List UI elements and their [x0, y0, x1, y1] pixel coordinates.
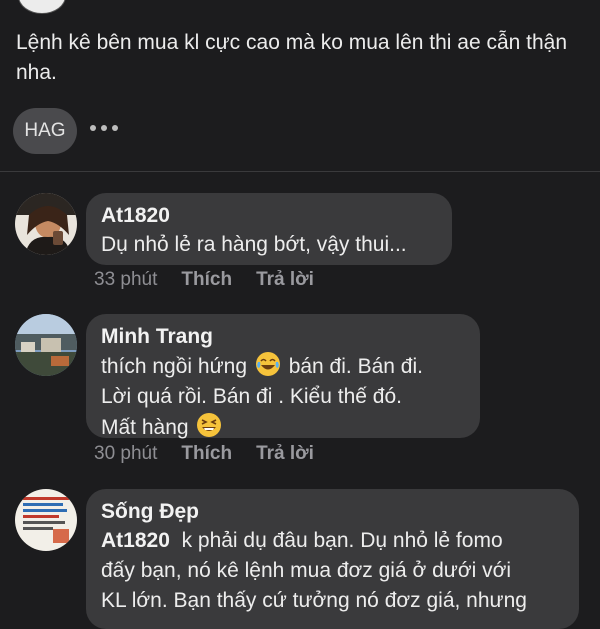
avatar-at1820[interactable]: [15, 193, 77, 255]
more-dot: [112, 125, 118, 131]
comment-meta: 33 phút Thích Trả lời: [94, 268, 314, 292]
comment-line: Mất hàng: [101, 416, 189, 439]
post-text: Lệnh kê bên mua kl cực cao mà ko mua lên…: [16, 31, 568, 84]
comment-bubble[interactable]: Minh Trang thích ngồi hứng bán đi. Bán đ…: [86, 314, 480, 439]
avatar-image: [15, 193, 77, 255]
comment-line: đấy bạn, nó kê lệnh mua đơz giá ở dưới v…: [101, 559, 512, 582]
more-icon[interactable]: [90, 118, 118, 138]
squinting-grin-emoji: [197, 413, 222, 437]
comment-time: 30 phút: [94, 443, 158, 464]
comment-bubble[interactable]: Sống Đẹp At1820 k phải dụ đâu bạn. Dụ nh…: [86, 489, 579, 629]
comment-author[interactable]: Sống Đẹp: [101, 498, 564, 526]
mention-link[interactable]: At1820: [101, 529, 170, 552]
comment-line: thích ngồi hứng: [101, 355, 247, 378]
more-dot: [90, 125, 96, 131]
comment-text: Dụ nhỏ lẻ ra hàng bớt, vậy thui...: [101, 233, 407, 256]
divider: [0, 171, 600, 172]
comment-meta: 30 phút Thích Trả lời: [94, 442, 314, 466]
comment-line: k phải dụ đâu bạn. Dụ nhỏ lẻ fomo: [181, 529, 503, 552]
comment-line: Lời quá rồi. Bán đi . Kiểu thế đó.: [101, 385, 402, 408]
comment-time: 33 phút: [94, 269, 158, 290]
comment-text: thích ngồi hứng bán đi. Bán đi. Lời quá …: [101, 351, 465, 443]
avatar-image: [15, 314, 77, 376]
like-button[interactable]: Thích: [181, 268, 232, 292]
poster-avatar[interactable]: [18, 0, 66, 14]
like-button[interactable]: Thích: [181, 442, 232, 466]
comment-text: At1820 k phải dụ đâu bạn. Dụ nhỏ lẻ fomo…: [101, 526, 564, 616]
comment-author[interactable]: At1820: [101, 202, 437, 230]
comment-line: bán đi. Bán đi.: [288, 355, 423, 378]
comment-bubble[interactable]: At1820 Dụ nhỏ lẻ ra hàng bớt, vậy thui..…: [86, 193, 452, 265]
reply-button[interactable]: Trả lời: [256, 442, 314, 466]
more-dot: [101, 125, 107, 131]
comment-author[interactable]: Minh Trang: [101, 323, 465, 351]
reply-button[interactable]: Trả lời: [256, 268, 314, 292]
avatar-minh-trang[interactable]: [15, 314, 77, 376]
avatar-song-dep[interactable]: [15, 489, 77, 551]
hashtag-chip[interactable]: HAG: [13, 108, 77, 154]
comment-line: KL lớn. Bạn thấy cứ tưởng nó đơz giá, nh…: [101, 589, 527, 612]
avatar-image: [15, 489, 77, 551]
tears-of-joy-emoji: [255, 352, 280, 376]
